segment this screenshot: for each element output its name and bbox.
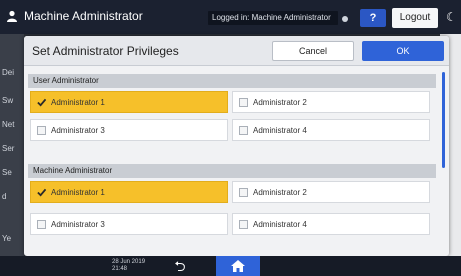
checkbox-icon — [239, 220, 248, 229]
date-time: 28 Jun 2019 21:48 — [112, 259, 145, 273]
dialog-title: Set Administrator Privileges — [32, 44, 179, 58]
section-header-machine-administrator: Machine Administrator — [28, 164, 436, 178]
checkbox-icon — [37, 126, 46, 135]
user-admin-option-3[interactable]: Administrator 3 — [30, 119, 228, 141]
option-label: Administrator 4 — [253, 126, 307, 135]
checkbox-icon — [37, 220, 46, 229]
machine-admin-option-3[interactable]: Administrator 3 — [30, 213, 228, 235]
background-item: Se — [2, 168, 12, 177]
checkbox-icon — [239, 188, 248, 197]
background-item: d — [2, 192, 7, 201]
machine-admin-option-2[interactable]: Administrator 2 — [232, 181, 430, 203]
background-sidebar: Dei Sw Net Ser Se d Ye — [0, 34, 24, 256]
machine-admin-option-1[interactable]: Administrator 1 — [30, 181, 228, 203]
home-icon — [231, 260, 245, 272]
option-label: Administrator 1 — [51, 188, 105, 197]
background-item: Ser — [2, 144, 15, 153]
machine-admin-option-4[interactable]: Administrator 4 — [232, 213, 430, 235]
checkbox-icon — [239, 98, 248, 107]
option-label: Administrator 2 — [253, 98, 307, 107]
checkmark-icon — [37, 188, 46, 197]
screen: Machine Administrator Logged in: Machine… — [0, 0, 461, 276]
ok-button[interactable]: OK — [362, 41, 444, 61]
login-status-icon — [342, 16, 348, 22]
bottom-bar: 28 Jun 2019 21:48 ⮌ — [0, 256, 461, 276]
background-item: Sw — [2, 96, 14, 105]
option-label: Administrator 3 — [51, 220, 105, 229]
home-button[interactable] — [216, 256, 260, 276]
scrollbar[interactable] — [442, 72, 445, 168]
section-header-user-administrator: User Administrator — [28, 74, 436, 88]
user-admin-option-4[interactable]: Administrator 4 — [232, 119, 430, 141]
background-item: Net — [2, 120, 15, 129]
person-icon — [7, 10, 17, 22]
help-button[interactable]: ? — [360, 9, 386, 27]
user-admin-option-1[interactable]: Administrator 1 — [30, 91, 228, 113]
option-label: Administrator 4 — [253, 220, 307, 229]
checkmark-icon — [37, 98, 46, 107]
time-text: 21:48 — [112, 266, 128, 272]
option-label: Administrator 2 — [253, 188, 307, 197]
background-item: Dei — [2, 68, 15, 77]
option-label: Administrator 1 — [51, 98, 105, 107]
option-label: Administrator 3 — [51, 126, 105, 135]
cancel-button[interactable]: Cancel — [272, 41, 354, 61]
dialog-header: Set Administrator Privileges Cancel OK — [24, 36, 449, 66]
login-status: Logged in: Machine Administrator — [208, 11, 338, 25]
checkbox-icon — [239, 126, 248, 135]
logout-button[interactable]: Logout — [392, 8, 438, 28]
user-admin-option-2[interactable]: Administrator 2 — [232, 91, 430, 113]
set-privileges-dialog: Set Administrator Privileges Cancel OK U… — [24, 36, 449, 256]
app-title: Machine Administrator — [24, 9, 143, 23]
date-text: 28 Jun 2019 — [112, 259, 146, 265]
background-item: Ye — [2, 234, 12, 243]
back-icon[interactable]: ⮌ — [170, 257, 190, 275]
energy-saver-icon[interactable]: ☾ — [446, 10, 457, 24]
top-bar: Machine Administrator Logged in: Machine… — [0, 0, 461, 34]
